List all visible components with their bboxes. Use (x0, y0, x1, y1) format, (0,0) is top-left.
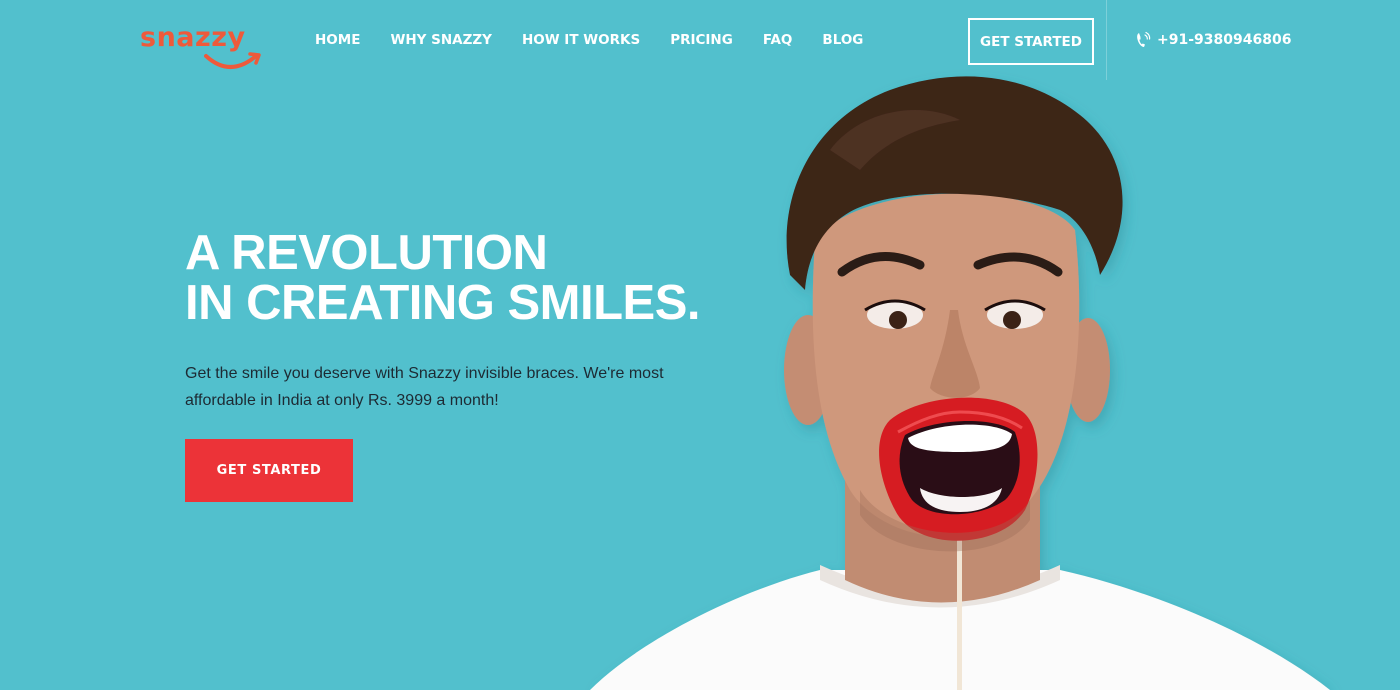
nav-item-blog[interactable]: BLOG (822, 31, 863, 49)
nav-item-how-it-works[interactable]: HOW IT WORKS (522, 31, 640, 49)
nav-item-pricing[interactable]: PRICING (670, 31, 733, 49)
phone-number: +91-9380946806 (1157, 32, 1292, 48)
nav-item-faq[interactable]: FAQ (763, 31, 793, 49)
main-navigation: HOME WHY SNAZZY HOW IT WORKS PRICING FAQ… (315, 31, 893, 49)
hero-title-line-1: A REVOLUTION (185, 226, 548, 280)
phone-icon (1137, 31, 1151, 47)
snazzy-logo[interactable]: snazzy (140, 22, 265, 78)
hero-subtitle: Get the smile you deserve with Snazzy in… (185, 365, 664, 409)
landing-page: snazzy HOME WHY SNAZZY HOW IT WORKS PRIC… (0, 0, 1400, 690)
hero-title: A REVOLUTION IN CREATING SMILES. (185, 228, 745, 328)
smile-logo-icon (204, 52, 261, 69)
nav-item-home[interactable]: HOME (315, 31, 360, 49)
phone-contact[interactable]: +91-9380946806 (1135, 31, 1291, 49)
hero-title-line-2: IN CREATING SMILES. (185, 276, 701, 330)
logo-wordmark: snazzy (140, 22, 246, 53)
hero-get-started-button[interactable]: GET STARTED (185, 439, 353, 502)
nav-item-why-snazzy[interactable]: WHY SNAZZY (390, 31, 492, 49)
header-get-started-button[interactable]: GET STARTED (968, 18, 1094, 65)
